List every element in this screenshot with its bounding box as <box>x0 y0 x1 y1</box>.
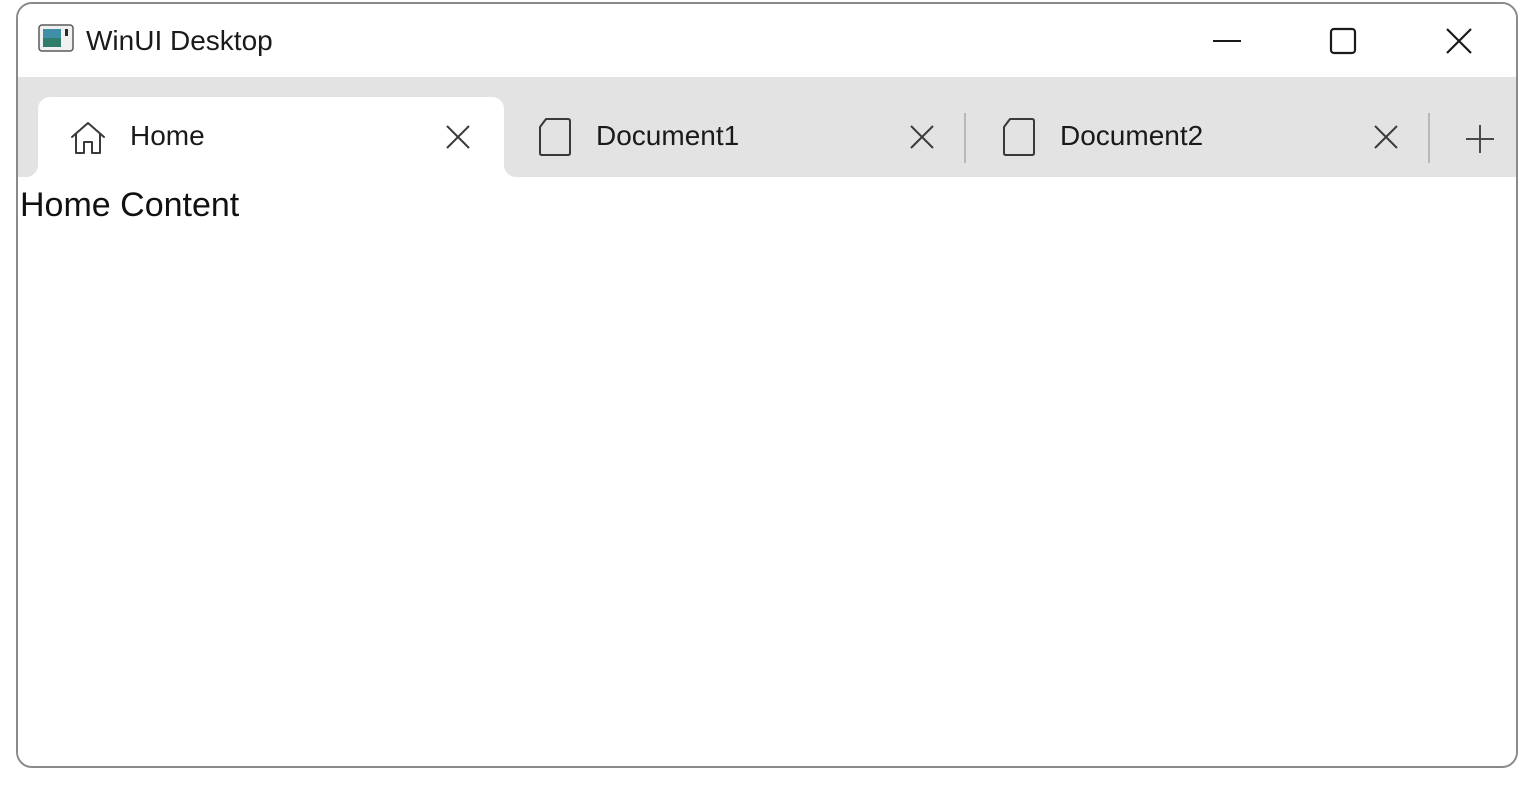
close-icon <box>1446 27 1472 54</box>
tab-close-button[interactable] <box>442 121 474 153</box>
tab-document1[interactable]: Document1 <box>504 97 964 177</box>
tab-content-area: Home Content <box>18 177 1516 766</box>
add-tab-button[interactable] <box>1458 117 1502 161</box>
minimize-button[interactable] <box>1168 4 1286 77</box>
tab-close-button[interactable] <box>1370 121 1402 153</box>
tab-label: Document2 <box>1060 120 1204 151</box>
home-icon <box>71 122 105 154</box>
maximize-button[interactable] <box>1284 4 1402 77</box>
close-icon <box>910 125 934 149</box>
maximize-icon <box>1329 27 1357 54</box>
document-icon <box>1003 118 1035 156</box>
minimize-icon <box>1213 39 1241 42</box>
tab-separator <box>964 113 966 163</box>
tab-label: Home <box>130 120 205 151</box>
app-window-icon <box>38 24 74 52</box>
close-button[interactable] <box>1400 4 1516 77</box>
window-title: WinUI Desktop <box>86 25 273 56</box>
app-window: WinUI Desktop Home Document1 Document2 H… <box>16 2 1518 768</box>
close-icon <box>446 125 470 149</box>
content-text: Home Content <box>20 186 240 224</box>
tab-strip: Home Document1 Document2 <box>18 77 1516 177</box>
title-bar[interactable]: WinUI Desktop <box>18 4 1516 77</box>
tab-home[interactable]: Home <box>26 97 516 177</box>
document-icon <box>539 118 571 156</box>
close-icon <box>1374 125 1398 149</box>
tab-document2[interactable]: Document2 <box>968 97 1428 177</box>
tab-close-button[interactable] <box>906 121 938 153</box>
tab-label: Document1 <box>596 120 740 151</box>
plus-icon <box>1466 125 1494 153</box>
tab-separator <box>1428 113 1430 163</box>
